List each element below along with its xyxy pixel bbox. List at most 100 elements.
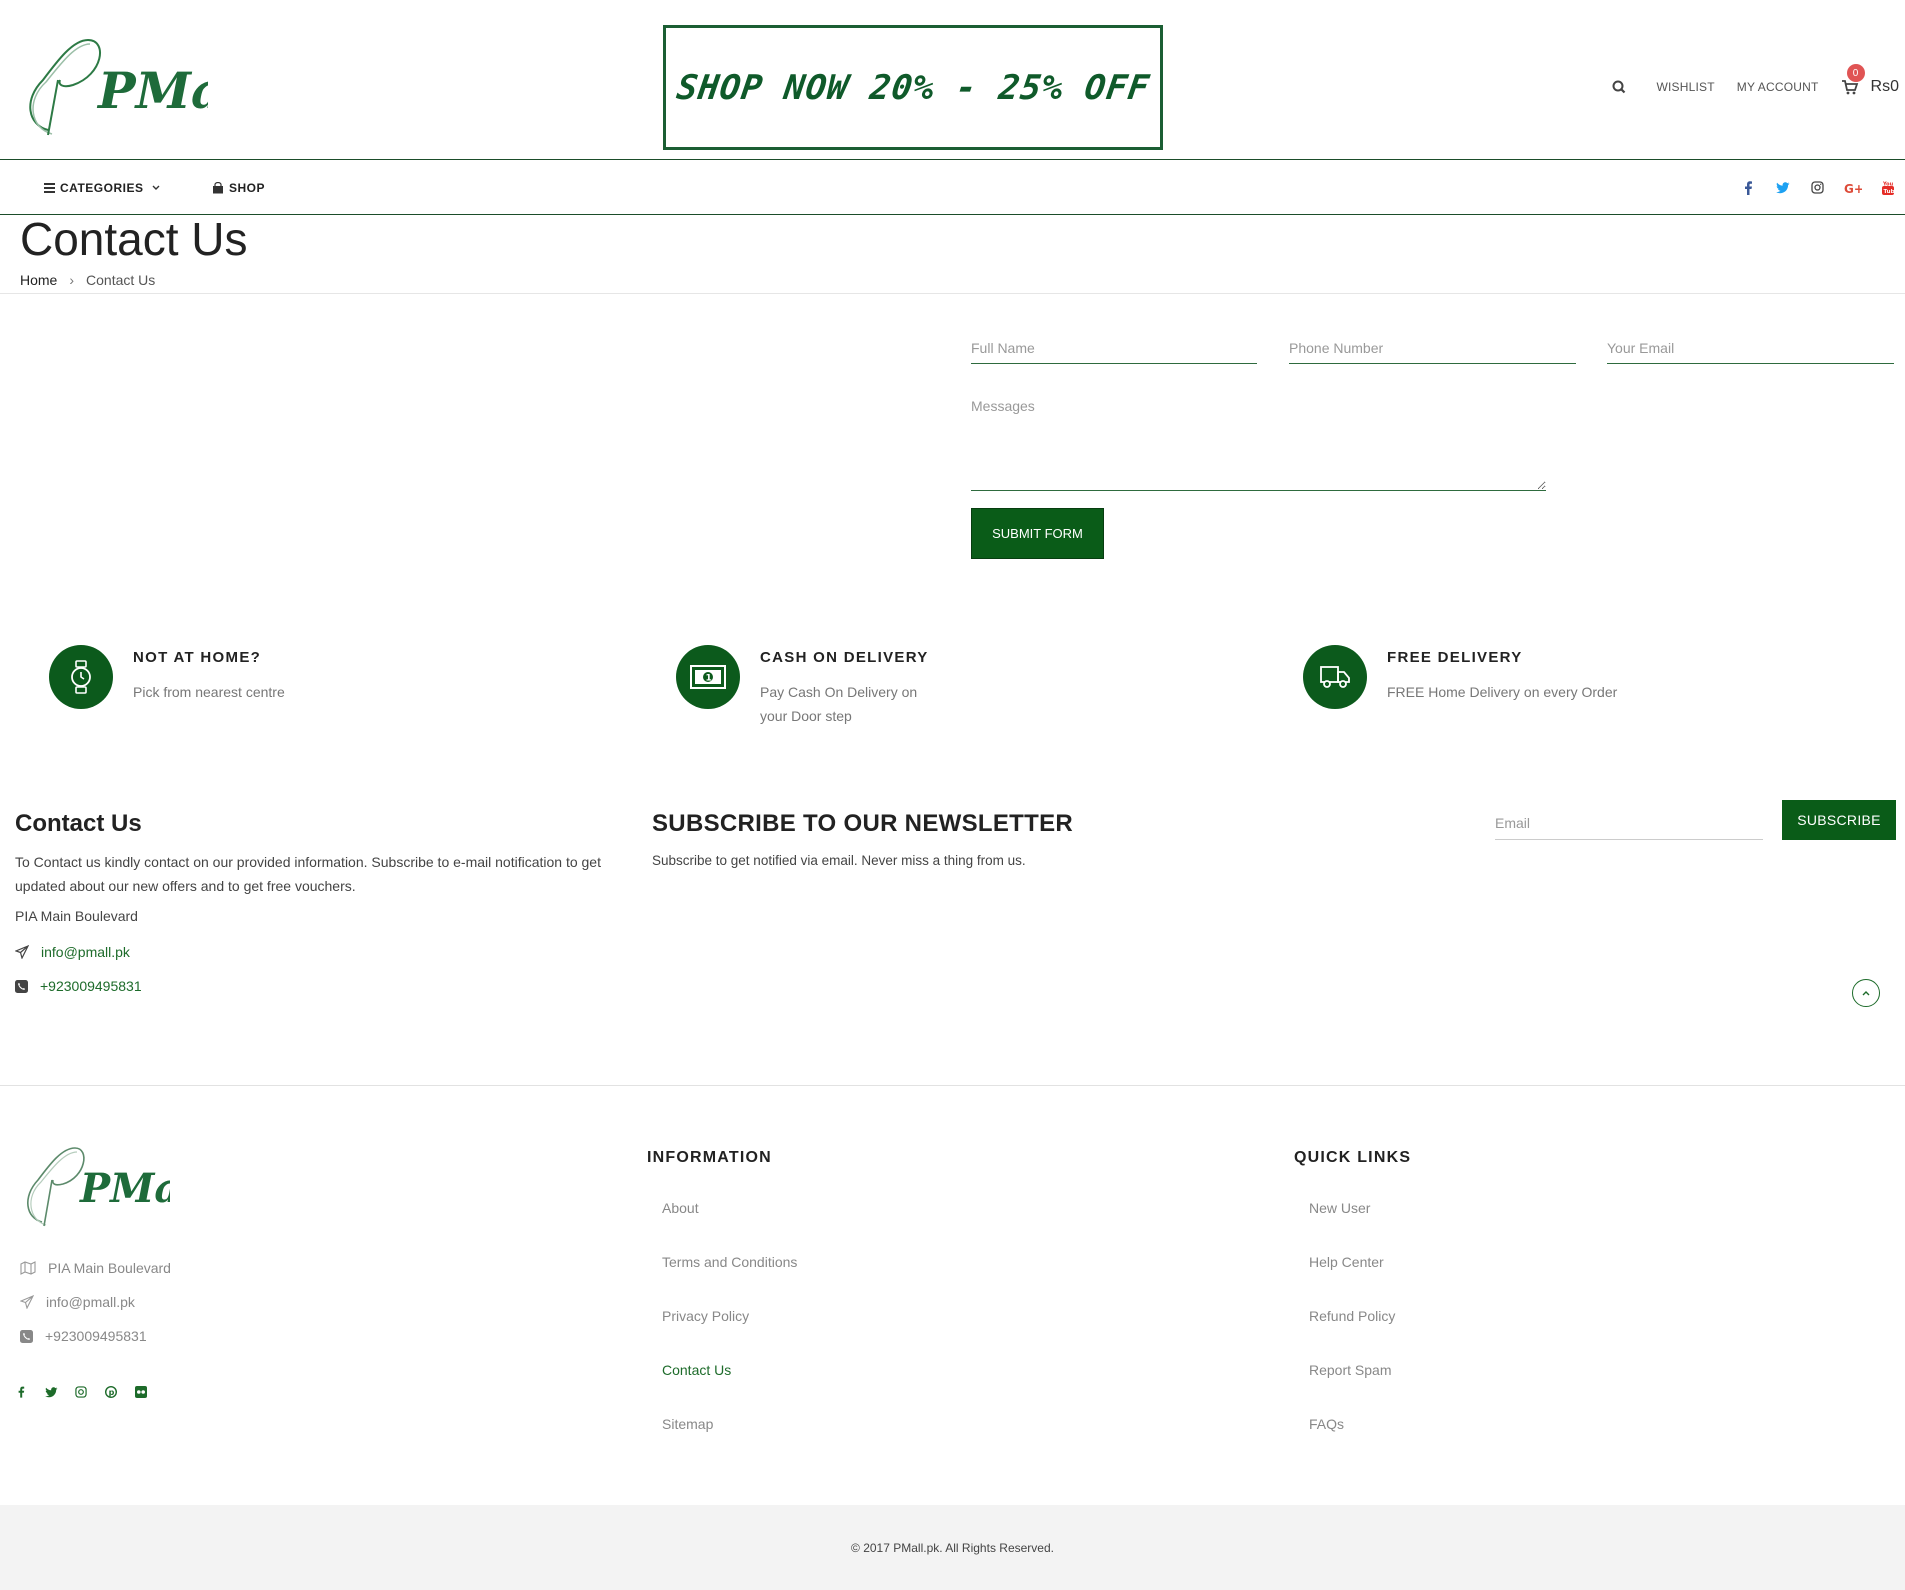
categories-label: CATEGORIES [60,180,144,195]
footer-address-row: PIA Main Boulevard [20,1260,171,1276]
cart-icon[interactable]: 0 [1841,64,1865,98]
pmall-logo-icon: PMall [27,1147,211,1227]
my-account-link[interactable]: MY ACCOUNT [1737,80,1819,94]
submit-form-button[interactable]: SUBMIT FORM [971,508,1104,559]
shop-link[interactable]: SHOP [212,160,265,215]
chevron-right-icon: › [69,272,75,288]
footer-link-new-user[interactable]: New User [1309,1200,1370,1216]
categories-menu[interactable]: CATEGORIES [44,160,161,215]
contact-description: To Contact us kindly contact on our prov… [15,854,601,894]
google-plus-icon[interactable]: G+ [1835,182,1870,194]
scroll-to-top-button[interactable] [1852,979,1880,1007]
youtube-icon[interactable]: You Tube [1870,181,1905,195]
feature-desc: FREE Home Delivery on every Order [1387,684,1618,700]
footer-phone[interactable]: +923009495831 [45,1328,147,1344]
footer-address: PIA Main Boulevard [48,1260,171,1276]
twitter-icon[interactable] [1765,181,1800,194]
promo-banner[interactable]: SHOP NOW 20% - 25% OFF [663,25,1163,150]
copyright-bar: © 2017 PMall.pk. All Rights Reserved. [0,1505,1905,1590]
facebook-icon[interactable] [1730,180,1765,195]
site-header: PMall SHOP NOW 20% - 25% OFF WISHLIST MY… [0,0,1905,160]
footer-link-privacy[interactable]: Privacy Policy [662,1308,749,1324]
svg-text:Tube: Tube [1883,189,1894,195]
contact-address: PIA Main Boulevard [15,908,138,924]
cash-icon: 1 [676,645,740,709]
quick-links-title: QUICK LINKS [1294,1149,1412,1166]
subscribe-button[interactable]: SUBSCRIBE [1782,800,1896,840]
newsletter-email-input[interactable] [1495,806,1763,840]
footer-link-about[interactable]: About [662,1200,699,1216]
feature-title: CASH ON DELIVERY [760,649,929,666]
paper-plane-icon [15,945,29,959]
feature-title: NOT AT HOME? [133,649,262,666]
phone-icon [20,1329,33,1343]
breadcrumb-current: Contact Us [86,272,156,288]
contact-email-link[interactable]: info@pmall.pk [41,944,130,960]
breadcrumb: Home › Contact Us [20,272,155,288]
divider [0,293,1905,294]
feature-cod: 1 CASH ON DELIVERY Pay Cash On Delivery … [676,645,929,728]
footer-link-faqs[interactable]: FAQs [1309,1416,1344,1432]
svg-text:PMall: PMall [96,61,208,120]
breadcrumb-home[interactable]: Home [20,272,57,288]
site-logo[interactable]: PMall [18,30,261,142]
promo-text: SHOP NOW 20% - 25% OFF [674,67,1152,108]
newsletter-title: SUBSCRIBE TO OUR NEWSLETTER [652,810,1074,837]
pmall-logo-icon: PMall [29,38,261,136]
footer-phone-row: +923009495831 [20,1328,147,1344]
phone-icon [15,979,28,993]
svg-text:You: You [1882,181,1894,187]
menu-icon [44,182,55,193]
shopping-bag-icon [213,181,223,193]
watch-icon [49,645,113,709]
svg-text:1: 1 [706,674,712,684]
truck-icon [1303,645,1367,709]
footer-social-links: p [6,1386,156,1398]
information-title: INFORMATION [647,1149,772,1166]
footer-link-help-center[interactable]: Help Center [1309,1254,1384,1270]
instagram-icon[interactable] [66,1386,96,1398]
search-icon[interactable] [1608,76,1630,98]
svg-text:G+: G+ [1844,182,1862,194]
footer-link-contact[interactable]: Contact Us [662,1362,731,1378]
twitter-icon[interactable] [36,1386,66,1398]
footer-link-sitemap[interactable]: Sitemap [662,1416,713,1432]
map-icon [20,1261,36,1275]
cart-count-badge: 0 [1846,64,1865,82]
instagram-icon[interactable] [1800,181,1835,194]
footer-link-report-spam[interactable]: Report Spam [1309,1362,1391,1378]
feature-desc: Pick from nearest centre [133,684,285,700]
footer-link-refund-policy[interactable]: Refund Policy [1309,1308,1395,1324]
facebook-icon[interactable] [6,1386,36,1398]
contact-phone-link[interactable]: +923009495831 [40,978,142,994]
contact-email-row: info@pmall.pk [15,944,130,960]
copyright-text: © 2017 PMall.pk. All Rights Reserved. [851,1540,1054,1555]
paper-plane-icon [20,1295,34,1309]
footer-email[interactable]: info@pmall.pk [46,1294,135,1310]
footer-divider [0,1085,1905,1086]
cart-total[interactable]: Rs0 [1871,78,1899,96]
page-title: Contact Us [20,213,248,265]
footer-email-row: info@pmall.pk [20,1294,135,1310]
chevron-up-icon [1862,991,1870,996]
contact-section-title: Contact Us [15,810,142,837]
email-input[interactable] [1607,332,1894,364]
footer-logo[interactable]: PMall [20,1142,211,1228]
pinterest-icon[interactable]: p [96,1386,126,1398]
newsletter-description: Subscribe to get notified via email. Nev… [652,853,1026,868]
wishlist-link[interactable]: WISHLIST [1656,80,1714,94]
feature-pickup: NOT AT HOME? Pick from nearest centre [49,645,285,709]
chevron-down-icon [152,185,160,190]
svg-text:p: p [109,1388,115,1397]
feature-desc: Pay Cash On Delivery on your Door step [760,684,918,724]
phone-number-input[interactable] [1289,332,1576,364]
feature-title: FREE DELIVERY [1387,649,1523,666]
footer-link-terms[interactable]: Terms and Conditions [662,1254,797,1270]
flickr-icon[interactable] [126,1386,156,1398]
svg-text:PMall: PMall [79,1165,170,1212]
message-textarea[interactable] [971,394,1546,491]
shop-label: SHOP [229,180,266,195]
feature-free-delivery: FREE DELIVERY FREE Home Delivery on ever… [1303,645,1617,709]
main-nav: CATEGORIES SHOP G+ You Tube [0,160,1905,215]
full-name-input[interactable] [971,332,1257,364]
